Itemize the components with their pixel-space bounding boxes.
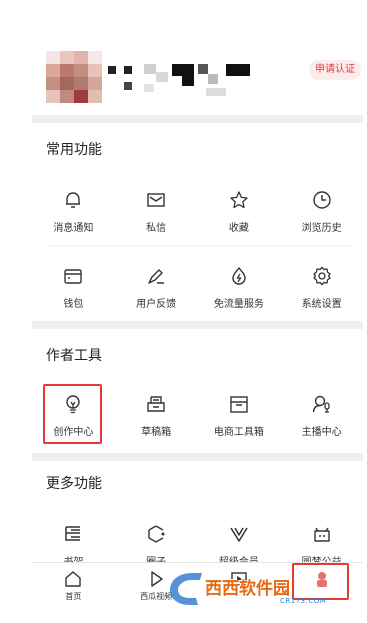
menu-item-favorites[interactable]: 收藏 [198, 189, 281, 259]
menu-item-label: 收藏 [228, 223, 249, 234]
feedback-icon [148, 269, 165, 284]
bell-icon [66, 192, 81, 208]
gear-icon [312, 266, 331, 286]
wallet-icon [64, 269, 83, 284]
section-title: 更多功能 [46, 476, 102, 492]
menu-item-label: 免流量服务 [213, 299, 264, 310]
grid-row: 消息通知 私信 收藏 浏览历史 [32, 189, 363, 259]
menu-item-label: 主播中心 [301, 427, 342, 438]
section-common-functions: 常用功能 消息通知 私信 收藏 浏览历史 钱包 用户反馈 免流量服务 系统设置 [32, 123, 363, 321]
menu-item-label: 消息通知 [53, 223, 94, 234]
home-icon [65, 571, 82, 587]
menu-item-notifications[interactable]: 消息通知 [32, 189, 115, 259]
menu-item-label: 系统设置 [301, 299, 342, 310]
section-more-functions: 更多功能 书架 圈子 超级会员 圆梦公益 [32, 461, 363, 568]
watermark-subtext: CR173.COM [280, 597, 327, 605]
message-icon [147, 193, 165, 207]
username-pixelated [108, 60, 258, 100]
section-divider [32, 115, 363, 123]
tab-home[interactable]: 首页 [32, 563, 115, 610]
clock-icon [312, 191, 331, 209]
streamer-icon [312, 395, 330, 413]
charity-icon [313, 527, 330, 542]
apply-verification-button[interactable]: 申请认证 [309, 60, 361, 80]
profile-header: 申请认证 [0, 0, 367, 115]
section-title: 作者工具 [46, 348, 102, 364]
toolbox-icon [230, 396, 248, 413]
vip-icon [230, 527, 248, 542]
avatar[interactable] [46, 51, 102, 103]
star-icon [230, 191, 248, 209]
section-title: 常用功能 [46, 142, 102, 158]
watermark-text: 西西软件园 [205, 579, 290, 599]
menu-item-messages[interactable]: 私信 [115, 189, 198, 259]
bookshelf-icon [65, 526, 81, 541]
menu-item-history[interactable]: 浏览历史 [280, 189, 363, 259]
tab-label: 首页 [65, 592, 82, 601]
row-divider [46, 245, 351, 246]
menu-item-label: 私信 [146, 223, 167, 234]
menu-item-label: 用户反馈 [136, 299, 177, 310]
drafts-icon [147, 396, 165, 412]
play-icon [151, 571, 163, 587]
section-divider [32, 453, 363, 461]
menu-item-label: 钱包 [63, 299, 84, 310]
highlight-creator-center [43, 384, 102, 444]
menu-item-label: 草稿箱 [141, 427, 172, 438]
menu-item-label: 电商工具箱 [213, 427, 264, 438]
menu-item-label: 浏览历史 [301, 223, 342, 234]
circle-icon [148, 525, 165, 543]
data-saver-icon [232, 266, 246, 285]
section-divider [32, 321, 363, 329]
